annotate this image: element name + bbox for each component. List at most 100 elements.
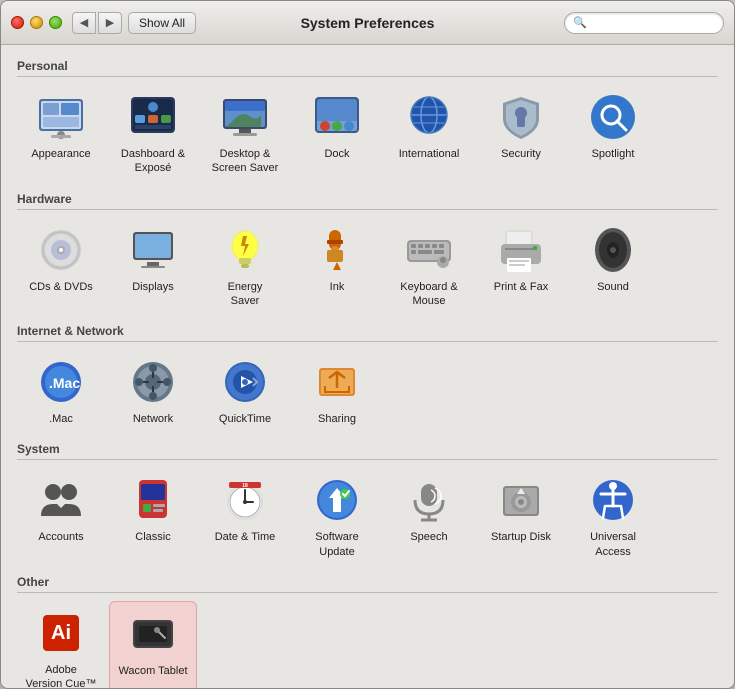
svg-text:.Mac: .Mac — [49, 375, 80, 391]
pref-universal-access[interactable]: UniversalAccess — [569, 468, 657, 565]
dock-icon — [311, 91, 363, 143]
pref-print-fax[interactable]: Print & Fax — [477, 218, 565, 315]
svg-text:Ai: Ai — [51, 622, 71, 644]
desktop-label: Desktop &Screen Saver — [212, 147, 279, 176]
spotlight-icon — [587, 91, 639, 143]
nav-buttons: ◀ ▶ — [72, 12, 122, 34]
pref-wacom-tablet[interactable]: Wacom Tablet — [109, 601, 197, 688]
back-button[interactable]: ◀ — [72, 12, 96, 34]
search-box[interactable]: 🔍 — [564, 12, 724, 34]
appearance-icon — [35, 91, 87, 143]
mac-icon: .Mac — [35, 356, 87, 408]
minimize-button[interactable] — [30, 16, 43, 29]
pref-date-time[interactable]: 18 Date & Time — [201, 468, 289, 565]
print-icon — [495, 224, 547, 276]
accounts-icon — [35, 474, 87, 526]
hardware-grid: CDs & DVDs Displays EnergySaver — [17, 218, 718, 315]
search-input[interactable] — [591, 16, 715, 30]
cds-icon — [35, 224, 87, 276]
show-all-button[interactable]: Show All — [128, 12, 196, 34]
pref-cds-dvds[interactable]: CDs & DVDs — [17, 218, 105, 315]
pref-startup-disk[interactable]: Startup Disk — [477, 468, 565, 565]
ink-label: Ink — [330, 280, 345, 294]
dashboard-label: Dashboard &Exposé — [121, 147, 185, 176]
pref-adobe-version-cue[interactable]: Ai AdobeVersion Cue™ — [17, 601, 105, 688]
pref-software-update[interactable]: SoftwareUpdate — [293, 468, 381, 565]
desktop-icon — [219, 91, 271, 143]
appearance-label: Appearance — [31, 147, 90, 161]
quicktime-label: QuickTime — [219, 412, 271, 426]
sound-label: Sound — [597, 280, 629, 294]
close-button[interactable] — [11, 16, 24, 29]
section-internet-network: Internet & Network — [17, 324, 718, 342]
dashboard-icon — [127, 91, 179, 143]
pref-energy-saver[interactable]: EnergySaver — [201, 218, 289, 315]
universal-label: UniversalAccess — [590, 530, 636, 559]
pref-sound[interactable]: Sound — [569, 218, 657, 315]
pref-keyboard-mouse[interactable]: Keyboard &Mouse — [385, 218, 473, 315]
energy-icon — [219, 224, 271, 276]
adobe-label: AdobeVersion Cue™ — [26, 663, 97, 688]
ink-icon — [311, 224, 363, 276]
pref-international[interactable]: International — [385, 85, 473, 182]
section-system: System — [17, 442, 718, 460]
energy-label: EnergySaver — [228, 280, 263, 309]
pref-dock[interactable]: Dock — [293, 85, 381, 182]
pref-sharing[interactable]: Sharing — [293, 350, 381, 432]
print-label: Print & Fax — [494, 280, 548, 294]
pref-spotlight[interactable]: Spotlight — [569, 85, 657, 182]
pref-displays[interactable]: Displays — [109, 218, 197, 315]
international-icon — [403, 91, 455, 143]
system-grid: Accounts Classic 18 Date & Time — [17, 468, 718, 565]
dock-label: Dock — [324, 147, 349, 161]
pref-appearance[interactable]: Appearance — [17, 85, 105, 182]
spotlight-label: Spotlight — [592, 147, 635, 161]
pref-network[interactable]: Network — [109, 350, 197, 432]
quicktime-icon — [219, 356, 271, 408]
classic-icon — [127, 474, 179, 526]
speech-label: Speech — [410, 530, 447, 544]
network-icon — [127, 356, 179, 408]
window-title: System Preferences — [301, 15, 435, 31]
adobe-icon: Ai — [35, 607, 87, 659]
section-hardware: Hardware — [17, 192, 718, 210]
network-label: Network — [133, 412, 173, 426]
personal-grid: Appearance Dashboard &Exposé Desktop &Sc… — [17, 85, 718, 182]
pref-quicktime[interactable]: QuickTime — [201, 350, 289, 432]
pref-security[interactable]: Security — [477, 85, 565, 182]
pref-ink[interactable]: Ink — [293, 218, 381, 315]
preferences-content: Personal Appearance Dashboard &Exposé — [1, 45, 734, 688]
wacom-label: Wacom Tablet — [118, 664, 187, 678]
classic-label: Classic — [135, 530, 170, 544]
sound-icon — [587, 224, 639, 276]
pref-mac[interactable]: .Mac .Mac — [17, 350, 105, 432]
sharing-label: Sharing — [318, 412, 356, 426]
pref-classic[interactable]: Classic — [109, 468, 197, 565]
pref-dashboard[interactable]: Dashboard &Exposé — [109, 85, 197, 182]
search-icon: 🔍 — [573, 16, 587, 29]
pref-accounts[interactable]: Accounts — [17, 468, 105, 565]
forward-button[interactable]: ▶ — [98, 12, 122, 34]
softwareupdate-label: SoftwareUpdate — [315, 530, 358, 559]
cds-label: CDs & DVDs — [29, 280, 93, 294]
displays-label: Displays — [132, 280, 174, 294]
international-label: International — [399, 147, 460, 161]
traffic-lights — [11, 16, 62, 29]
security-label: Security — [501, 147, 541, 161]
other-grid: Ai AdobeVersion Cue™ Wacom Tablet — [17, 601, 718, 688]
keyboard-icon — [403, 224, 455, 276]
universal-icon — [587, 474, 639, 526]
keyboard-label: Keyboard &Mouse — [400, 280, 457, 309]
section-personal: Personal — [17, 59, 718, 77]
displays-icon — [127, 224, 179, 276]
pref-speech[interactable]: Speech — [385, 468, 473, 565]
maximize-button[interactable] — [49, 16, 62, 29]
svg-text:18: 18 — [242, 483, 248, 489]
startup-icon — [495, 474, 547, 526]
datetime-label: Date & Time — [215, 530, 276, 544]
titlebar: ◀ ▶ Show All System Preferences 🔍 — [1, 1, 734, 45]
softwareupdate-icon — [311, 474, 363, 526]
pref-desktop[interactable]: Desktop &Screen Saver — [201, 85, 289, 182]
system-preferences-window: ◀ ▶ Show All System Preferences 🔍 Person… — [0, 0, 735, 689]
mac-label: .Mac — [49, 412, 73, 426]
